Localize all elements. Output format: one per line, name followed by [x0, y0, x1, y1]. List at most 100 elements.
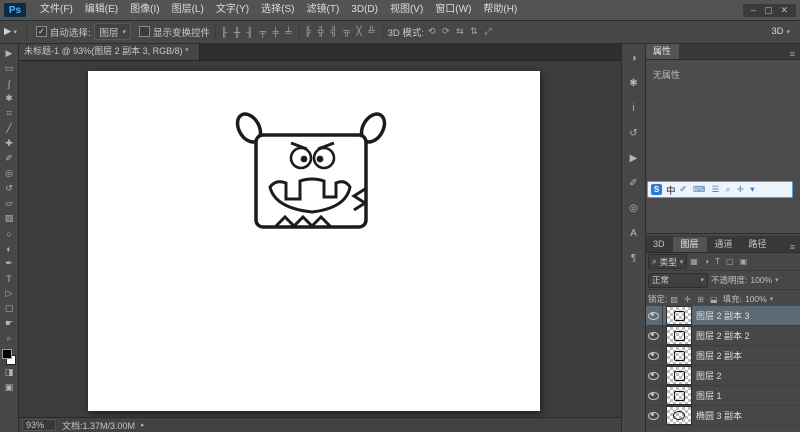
type-tool[interactable]: T — [1, 271, 17, 286]
menu-item-window[interactable]: 窗口(W) — [429, 0, 477, 20]
quick-mask-button[interactable]: ◨ — [1, 365, 17, 380]
color-swatches[interactable] — [2, 349, 16, 365]
tab-channels[interactable]: 通道 — [707, 237, 741, 252]
close-button[interactable]: ✕ — [780, 5, 788, 16]
pen-tool[interactable]: ✒ — [1, 256, 17, 271]
layer-thumbnail[interactable] — [666, 306, 692, 325]
minimize-button[interactable]: – — [751, 5, 756, 16]
workspace-switcher[interactable]: 3D ▾ — [771, 26, 800, 37]
tab-layers[interactable]: 图层 — [673, 237, 707, 252]
layer-row[interactable]: 图层 1 — [645, 386, 800, 406]
layer-row[interactable]: 图层 2 副本 — [645, 346, 800, 366]
history-brush-tool[interactable]: ↺ — [1, 181, 17, 196]
brush-panel-icon[interactable]: ✐ — [629, 178, 637, 189]
3d-mode-icons[interactable]: ⟲ ⟳ ⇆ ⇅ ⤢ — [428, 26, 493, 37]
layer-name[interactable]: 图层 2 副本 2 — [696, 329, 750, 342]
eraser-tool[interactable]: ▱ — [1, 196, 17, 211]
shape-tool[interactable]: ▢ — [1, 301, 17, 316]
visibility-toggle[interactable] — [645, 386, 663, 405]
eyedropper-tool[interactable]: ╱ — [1, 121, 17, 136]
layer-row[interactable]: 图层 2 副本 3 — [645, 306, 800, 326]
visibility-toggle[interactable] — [645, 366, 663, 385]
layer-name[interactable]: 图层 2 — [696, 369, 722, 382]
marquee-tool[interactable]: ▭ — [1, 61, 17, 76]
layer-row[interactable]: 图层 2 — [645, 366, 800, 386]
zoom-level-field[interactable]: 93% — [22, 419, 56, 431]
adjustments-panel-icon[interactable]: ◑ — [630, 53, 636, 64]
info-panel-icon[interactable]: i — [632, 103, 634, 114]
menu-item-layer[interactable]: 图层(L) — [166, 0, 210, 20]
paragraph-panel-icon[interactable]: ¶ — [631, 253, 636, 264]
tool-preset-picker[interactable]: ▶ ▾ — [0, 26, 21, 37]
align-icons[interactable]: ╟ ╫ ╢ ╤ ╪ ╧ — [221, 27, 294, 37]
panel-menu-icon[interactable]: ≡ — [790, 242, 800, 252]
tab-properties[interactable]: 属性 — [645, 44, 679, 59]
layer-name[interactable]: 椭圆 3 副本 — [696, 409, 742, 422]
menu-item-help[interactable]: 帮助(H) — [477, 0, 523, 20]
layer-thumbnail[interactable] — [666, 326, 692, 345]
ime-language-mode-button[interactable]: 中 — [666, 183, 676, 197]
clone-source-panel-icon[interactable]: ◎ — [629, 203, 638, 214]
history-panel-icon[interactable]: ↺ — [629, 128, 637, 139]
healing-tool[interactable]: ✚ — [1, 136, 17, 151]
gradient-tool[interactable]: ▨ — [1, 211, 17, 226]
tab-3d[interactable]: 3D — [645, 237, 673, 252]
visibility-toggle[interactable] — [645, 406, 663, 425]
document-tab[interactable]: 未标题-1 @ 93%(图层 2 副本 3, RGB/8) * — [18, 43, 200, 60]
maximize-button[interactable]: ▢ — [764, 5, 773, 16]
blur-tool[interactable]: ○ — [1, 226, 17, 241]
quick-select-tool[interactable]: ✱ — [1, 91, 17, 106]
crop-tool[interactable]: ⌗ — [1, 106, 17, 121]
menu-item-select[interactable]: 选择(S) — [255, 0, 300, 20]
distribute-icons[interactable]: ╠ ╬ ╣ ╦ ╳ ╩ — [305, 26, 377, 37]
layer-row[interactable]: 图层 2 副本 2 — [645, 326, 800, 346]
menu-item-image[interactable]: 图像(I) — [124, 0, 165, 20]
actions-panel-icon[interactable]: ▶ — [630, 153, 638, 164]
layer-name[interactable]: 图层 1 — [696, 389, 722, 402]
auto-select-target-dropdown[interactable]: 图层 ▾ — [94, 23, 131, 40]
show-transform-checkbox[interactable] — [139, 26, 150, 37]
visibility-toggle[interactable] — [645, 326, 663, 345]
layer-thumbnail[interactable] — [666, 406, 692, 425]
move-tool[interactable]: ▶ — [1, 46, 17, 61]
layer-thumbnail[interactable] — [666, 346, 692, 365]
brush-tool[interactable]: ✐ — [1, 151, 17, 166]
canvas[interactable] — [88, 71, 540, 411]
lock-icons[interactable]: ▨ ✛ ⊞ ⬓ — [670, 295, 719, 304]
auto-select-checkbox[interactable]: ✓ — [36, 26, 47, 37]
hand-tool[interactable]: ☛ — [1, 316, 17, 331]
styles-panel-icon[interactable]: ✱ — [629, 78, 637, 89]
fill-value[interactable]: 100% — [745, 294, 767, 304]
visibility-toggle[interactable] — [645, 306, 663, 325]
layer-name[interactable]: 图层 2 副本 3 — [696, 309, 750, 322]
visibility-toggle[interactable] — [645, 346, 663, 365]
ime-toolbar-icons[interactable]: ✐ ⌨ ☰ ⌕ ✛ ▾ — [680, 184, 757, 195]
layer-thumbnail[interactable] — [666, 386, 692, 405]
dodge-tool[interactable]: ◐ — [1, 241, 17, 256]
layer-row[interactable]: 椭圆 3 副本 — [645, 406, 800, 426]
layer-name[interactable]: 图层 2 副本 — [696, 349, 742, 362]
opacity-value[interactable]: 100% — [750, 275, 772, 285]
screen-mode-button[interactable]: ▣ — [1, 380, 17, 395]
menu-item-type[interactable]: 文字(Y) — [210, 0, 255, 20]
menu-item-3d[interactable]: 3D(D) — [345, 0, 384, 20]
menu-item-filter[interactable]: 滤镜(T) — [301, 0, 346, 20]
character-panel-icon[interactable]: A — [630, 228, 637, 239]
blend-mode-dropdown[interactable]: 正常 ▾ — [648, 273, 708, 288]
canvas-viewport[interactable] — [18, 61, 621, 418]
menu-item-view[interactable]: 视图(V) — [384, 0, 429, 20]
menu-item-file[interactable]: 文件(F) — [34, 0, 79, 20]
tab-paths[interactable]: 路径 — [741, 237, 775, 252]
path-select-tool[interactable]: ▷ — [1, 286, 17, 301]
panel-menu-icon[interactable]: ≡ — [790, 49, 800, 59]
layer-thumbnail[interactable] — [666, 366, 692, 385]
clone-stamp-tool[interactable]: ◎ — [1, 166, 17, 181]
menu-item-edit[interactable]: 编辑(E) — [79, 0, 124, 20]
layer-filter-kind-dropdown[interactable]: ⌕ 类型 ▾ — [648, 254, 687, 269]
foreground-color-swatch[interactable] — [2, 349, 12, 359]
status-options-arrow-icon[interactable]: ▸ — [141, 421, 145, 429]
lasso-tool[interactable]: ʃ — [1, 76, 17, 91]
layer-filter-type-icons[interactable]: ▦ ◑ T ▢ ▣ — [690, 257, 749, 266]
ime-logo-icon[interactable]: S — [651, 184, 662, 195]
zoom-tool[interactable]: ⌕ — [1, 331, 17, 346]
